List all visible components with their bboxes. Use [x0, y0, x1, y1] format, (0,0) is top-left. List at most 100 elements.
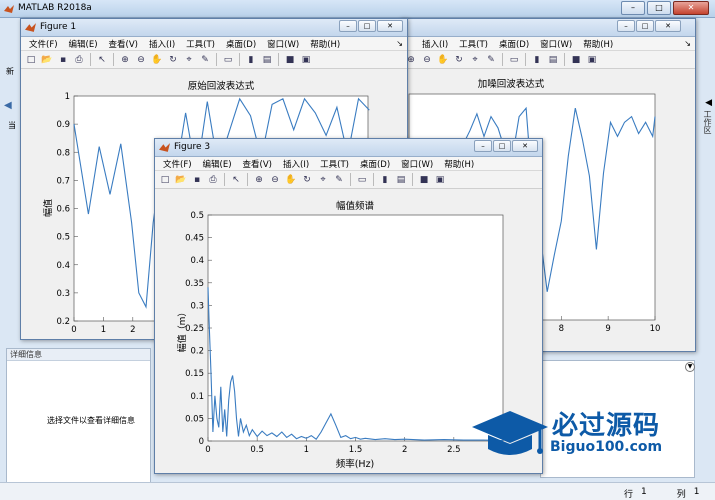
details-header: 详细信息	[7, 349, 150, 361]
figure3-xtick-label: 1.5	[349, 445, 363, 455]
figure1-menu-window[interactable]: 窗口(W)	[267, 38, 299, 50]
pan-icon[interactable]: ✋	[284, 173, 298, 187]
brush-icon[interactable]: ✎	[332, 173, 346, 187]
figure3-ytick-label: 0.4	[190, 256, 204, 266]
link-icon[interactable]: ▭	[355, 173, 369, 187]
data-cursor-icon[interactable]: ⌖	[182, 53, 196, 67]
figure3-menu-insert[interactable]: 插入(I)	[283, 158, 309, 170]
figure3-close-button[interactable]: ✕	[512, 140, 538, 152]
print-icon[interactable]: ⎙	[206, 173, 220, 187]
left-new-label: 新	[6, 67, 14, 76]
figure2-menu-window[interactable]: 窗口(W)	[540, 38, 572, 50]
link-icon[interactable]: ▭	[507, 53, 521, 67]
figure3-ytick-label: 0.5	[190, 211, 204, 221]
print-icon[interactable]: ⎙	[72, 53, 86, 67]
rotate-icon[interactable]: ↻	[300, 173, 314, 187]
figure3-ytick-label: 0.05	[185, 414, 204, 424]
save-icon[interactable]: ▪	[56, 53, 70, 67]
zoom-out-icon[interactable]: ⊖	[134, 53, 148, 67]
figure3-menu-window[interactable]: 窗口(W)	[401, 158, 433, 170]
zoom-in-icon[interactable]: ⊕	[252, 173, 266, 187]
figure2-maximize-button[interactable]: □	[636, 20, 654, 32]
figure1-dock-icon[interactable]: ↘	[396, 39, 403, 48]
show-tools-icon[interactable]: ▣	[433, 173, 447, 187]
pan-icon[interactable]: ✋	[150, 53, 164, 67]
status-bar: 行 1 列 1	[0, 482, 715, 500]
figure1-minimize-button[interactable]: –	[339, 20, 357, 32]
hide-tools-icon[interactable]: ■	[569, 53, 583, 67]
zoom-in-icon[interactable]: ⊕	[118, 53, 132, 67]
figure3-menu-tools[interactable]: 工具(T)	[320, 158, 349, 170]
biguo-logo: 必过源码 Biguo100.com	[470, 405, 680, 465]
figure3-toolbar: □ 📂 ▪ ⎙ ↖ ⊕ ⊖ ✋ ↻ ⌖ ✎ ▭ ▮ ▤ ■ ▣	[155, 171, 542, 189]
figure1-ytick-label: 0.8	[56, 148, 70, 158]
new-figure-icon[interactable]: □	[158, 173, 172, 187]
figure3-ytick-label: 0.2	[190, 347, 204, 357]
figure3-xtick-label: 1	[304, 445, 309, 455]
figure2-menu-insert[interactable]: 插入(I)	[422, 38, 448, 50]
figure3-menu-desktop[interactable]: 桌面(D)	[360, 158, 390, 170]
select-arrow-icon[interactable]: ↖	[95, 53, 109, 67]
panel-options-icon[interactable]: ▼	[685, 362, 695, 372]
link-icon[interactable]: ▭	[221, 53, 235, 67]
figure2-minimize-button[interactable]: –	[617, 20, 635, 32]
figure2-xtick-label: 10	[650, 324, 661, 334]
figure3-menu-help[interactable]: 帮助(H)	[444, 158, 474, 170]
data-cursor-icon[interactable]: ⌖	[468, 53, 482, 67]
figure2-menu-help[interactable]: 帮助(H)	[583, 38, 613, 50]
select-arrow-icon[interactable]: ↖	[229, 173, 243, 187]
close-button[interactable]: ✕	[673, 1, 709, 15]
open-file-icon[interactable]: 📂	[174, 173, 188, 187]
colorbar-icon[interactable]: ▮	[378, 173, 392, 187]
show-tools-icon[interactable]: ▣	[585, 53, 599, 67]
rotate-icon[interactable]: ↻	[452, 53, 466, 67]
figure1-menu-edit[interactable]: 编辑(E)	[69, 38, 98, 50]
figure3-maximize-button[interactable]: □	[493, 140, 511, 152]
details-message: 选择文件以查看详细信息	[47, 416, 135, 425]
colorbar-icon[interactable]: ▮	[530, 53, 544, 67]
figure3-menu-file[interactable]: 文件(F)	[163, 158, 192, 170]
workspace-side-tab[interactable]: 工作区	[701, 110, 713, 150]
open-file-icon[interactable]: 📂	[40, 53, 54, 67]
figure3-menu-edit[interactable]: 编辑(E)	[203, 158, 232, 170]
figure1-menu-help[interactable]: 帮助(H)	[310, 38, 340, 50]
legend-icon[interactable]: ▤	[394, 173, 408, 187]
pan-icon[interactable]: ✋	[436, 53, 450, 67]
hide-tools-icon[interactable]: ■	[417, 173, 431, 187]
figure1-xtick-label: 1	[101, 325, 106, 335]
new-figure-icon[interactable]: □	[24, 53, 38, 67]
figure1-menubar: 文件(F) 编辑(E) 查看(V) 插入(I) 工具(T) 桌面(D) 窗口(W…	[21, 37, 407, 51]
figure1-close-button[interactable]: ✕	[377, 20, 403, 32]
back-arrow-icon[interactable]: ◀	[4, 100, 12, 111]
figure1-xtick-label: 2	[130, 325, 135, 335]
figure2-menu-tools[interactable]: 工具(T)	[459, 38, 488, 50]
figure3-ytick-label: 0.15	[185, 369, 204, 379]
minimize-button[interactable]: –	[621, 1, 645, 15]
figure1-menu-desktop[interactable]: 桌面(D)	[226, 38, 256, 50]
figure1-maximize-button[interactable]: □	[358, 20, 376, 32]
figure2-close-button[interactable]: ✕	[655, 20, 681, 32]
figure1-menu-view[interactable]: 查看(V)	[109, 38, 138, 50]
figure1-menu-insert[interactable]: 插入(I)	[149, 38, 175, 50]
collapse-arrow-icon[interactable]: ◀	[705, 98, 712, 108]
legend-icon[interactable]: ▤	[260, 53, 274, 67]
figure3-menubar: 文件(F) 编辑(E) 查看(V) 插入(I) 工具(T) 桌面(D) 窗口(W…	[155, 157, 542, 171]
save-icon[interactable]: ▪	[190, 173, 204, 187]
zoom-out-icon[interactable]: ⊖	[420, 53, 434, 67]
data-cursor-icon[interactable]: ⌖	[316, 173, 330, 187]
figure2-dock-icon[interactable]: ↘	[684, 39, 691, 48]
figure2-menu-desktop[interactable]: 桌面(D)	[499, 38, 529, 50]
colorbar-icon[interactable]: ▮	[244, 53, 258, 67]
maximize-button[interactable]: □	[647, 1, 671, 15]
show-tools-icon[interactable]: ▣	[299, 53, 313, 67]
figure1-menu-file[interactable]: 文件(F)	[29, 38, 58, 50]
legend-icon[interactable]: ▤	[546, 53, 560, 67]
figure1-menu-tools[interactable]: 工具(T)	[186, 38, 215, 50]
hide-tools-icon[interactable]: ■	[283, 53, 297, 67]
brush-icon[interactable]: ✎	[198, 53, 212, 67]
rotate-icon[interactable]: ↻	[166, 53, 180, 67]
figure3-menu-view[interactable]: 查看(V)	[243, 158, 272, 170]
zoom-out-icon[interactable]: ⊖	[268, 173, 282, 187]
brush-icon[interactable]: ✎	[484, 53, 498, 67]
figure3-minimize-button[interactable]: –	[474, 140, 492, 152]
